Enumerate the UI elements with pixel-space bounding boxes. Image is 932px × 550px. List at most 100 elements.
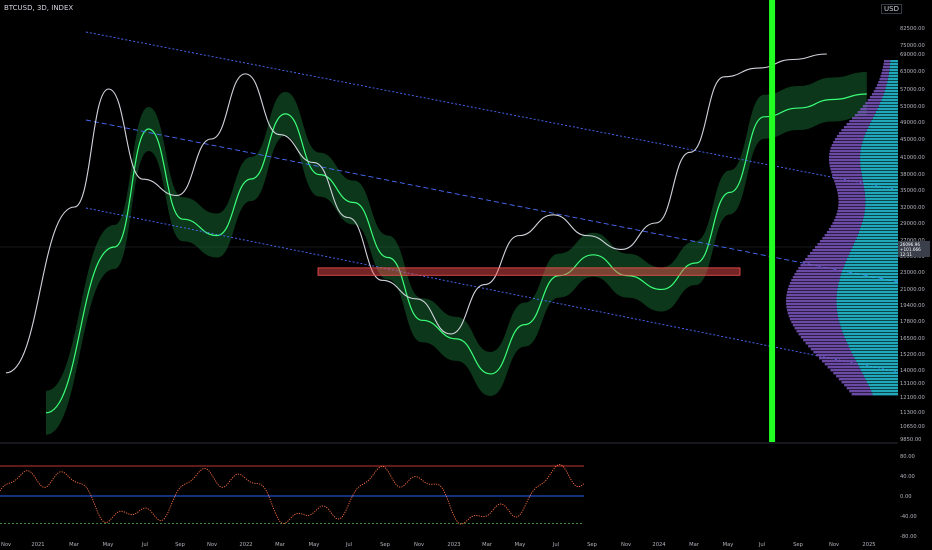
volume-profile-bar	[837, 192, 865, 195]
volume-profile-bar	[875, 87, 886, 90]
volume-profile-bar	[881, 72, 889, 75]
volume-profile-bar	[872, 393, 898, 396]
volume-profile-bar	[857, 234, 898, 237]
volume-profile-bar	[836, 309, 898, 312]
volume-profile-bar	[861, 225, 898, 228]
price-tick-label: 41000.00	[900, 155, 925, 161]
volume-profile-bar	[860, 168, 898, 171]
volume-profile-bar	[798, 267, 844, 270]
volume-profile-bar	[872, 117, 898, 120]
volume-profile-bar	[846, 258, 898, 261]
volume-profile-bar	[830, 369, 861, 372]
time-tick-label: May	[103, 542, 114, 548]
price-tick-label: 13100.00	[900, 381, 925, 387]
price-tick-label: 69000.00	[900, 52, 925, 58]
volume-profile-bar	[842, 330, 898, 333]
volume-profile-bar	[845, 339, 898, 342]
volume-profile-bar	[865, 378, 898, 381]
volume-profile-bar	[884, 90, 898, 93]
volume-profile-bar	[883, 63, 891, 66]
volume-profile-bar	[833, 177, 863, 180]
volume-profile-bar	[871, 390, 898, 393]
volume-profile-bar	[786, 294, 837, 297]
volume-profile-bar	[861, 144, 898, 147]
price-tick-label: 9850.00	[900, 437, 921, 443]
volume-profile-bar	[886, 84, 898, 87]
volume-profile-bar	[877, 108, 898, 111]
volume-profile-bar	[854, 114, 875, 117]
volume-profile-bar	[865, 201, 898, 204]
time-tick-label: Nov	[414, 542, 424, 548]
last-price-tag-text: 12:11	[900, 252, 912, 257]
time-tick-label: 2024	[652, 542, 666, 548]
volume-profile-bar	[875, 111, 898, 114]
volume-profile-bar	[876, 84, 887, 87]
time-tick-label: Nov	[207, 542, 217, 548]
currency-label[interactable]: USD	[881, 4, 902, 14]
volume-profile-bar	[840, 276, 898, 279]
volume-profile-bar	[866, 381, 898, 384]
time-tick-label: May	[723, 542, 734, 548]
volume-profile-bar	[833, 141, 863, 144]
volume-profile-bar	[831, 144, 862, 147]
volume-profile-bar	[829, 150, 861, 153]
price-tick-label: 16500.00	[900, 336, 925, 342]
volume-profile-bar	[850, 249, 898, 252]
volume-profile-bar	[788, 315, 838, 318]
oscillator-tick-label: 80.00	[900, 454, 915, 460]
volume-profile-bar	[860, 108, 878, 111]
volume-profile-bar	[864, 189, 898, 192]
time-tick-label: Jul	[552, 542, 559, 548]
time-tick-label: Nov	[1, 542, 11, 548]
volume-profile-bar	[809, 252, 850, 255]
volume-profile-bar	[849, 252, 898, 255]
volume-profile-bar	[838, 204, 866, 207]
volume-profile-bar	[813, 351, 852, 354]
volume-profile-bar	[837, 207, 865, 210]
volume-profile-bar	[786, 309, 837, 312]
symbol-title[interactable]: BTCUSD, 3D, INDEX	[4, 4, 73, 12]
volume-profile-bar	[853, 354, 898, 357]
volume-profile-bar	[859, 228, 898, 231]
price-tick-label: 75000.00	[900, 43, 925, 49]
volume-profile-bar	[849, 390, 872, 393]
price-chart[interactable]: 82500.00 75000.00 69000.00 63000.00 57000.00…	[0, 0, 932, 550]
volume-profile-bar	[864, 135, 898, 138]
price-tick-label: 14000.00	[900, 368, 925, 374]
volume-profile-bar	[835, 216, 864, 219]
volume-profile-bar	[867, 99, 882, 102]
volume-profile-bar	[844, 264, 898, 267]
volume-profile-bar	[850, 348, 898, 351]
volume-profile-bar	[837, 315, 898, 318]
price-tick-label: 57000.00	[900, 87, 925, 93]
volume-profile-bar	[860, 159, 898, 162]
volume-profile-bar	[791, 321, 840, 324]
volume-profile-bar	[868, 126, 898, 129]
time-tick-label: Mar	[482, 542, 493, 548]
volume-profile-bar	[814, 246, 853, 249]
volume-profile-bar	[861, 222, 898, 225]
volume-profile-bar	[869, 96, 883, 99]
volume-profile-bar	[826, 231, 859, 234]
time-tick-label: 2025	[862, 542, 875, 548]
volume-profile-bar	[857, 111, 876, 114]
volume-profile-bar	[883, 93, 898, 96]
volume-profile-bar	[860, 162, 898, 165]
volume-profile-bar	[846, 387, 870, 390]
price-tick-label: 53000.00	[900, 104, 925, 110]
price-tick-label: 12100.00	[900, 395, 925, 401]
volume-profile-bar	[863, 186, 898, 189]
time-tick-label: May	[309, 542, 320, 548]
volume-profile-bar	[824, 234, 858, 237]
oscillator-tick-label: 40.00	[900, 474, 915, 480]
volume-profile-bar	[836, 135, 865, 138]
volume-profile-bar	[887, 81, 898, 84]
volume-profile-bar	[880, 75, 889, 78]
time-tick-label: 2021	[31, 542, 44, 548]
volume-profile-bar	[822, 237, 857, 240]
volume-profile-bar	[871, 120, 898, 123]
volume-profile-bar	[837, 210, 865, 213]
volume-profile-bar	[888, 72, 898, 75]
time-tick-label: Mar	[689, 542, 700, 548]
volume-profile-bar	[836, 375, 864, 378]
